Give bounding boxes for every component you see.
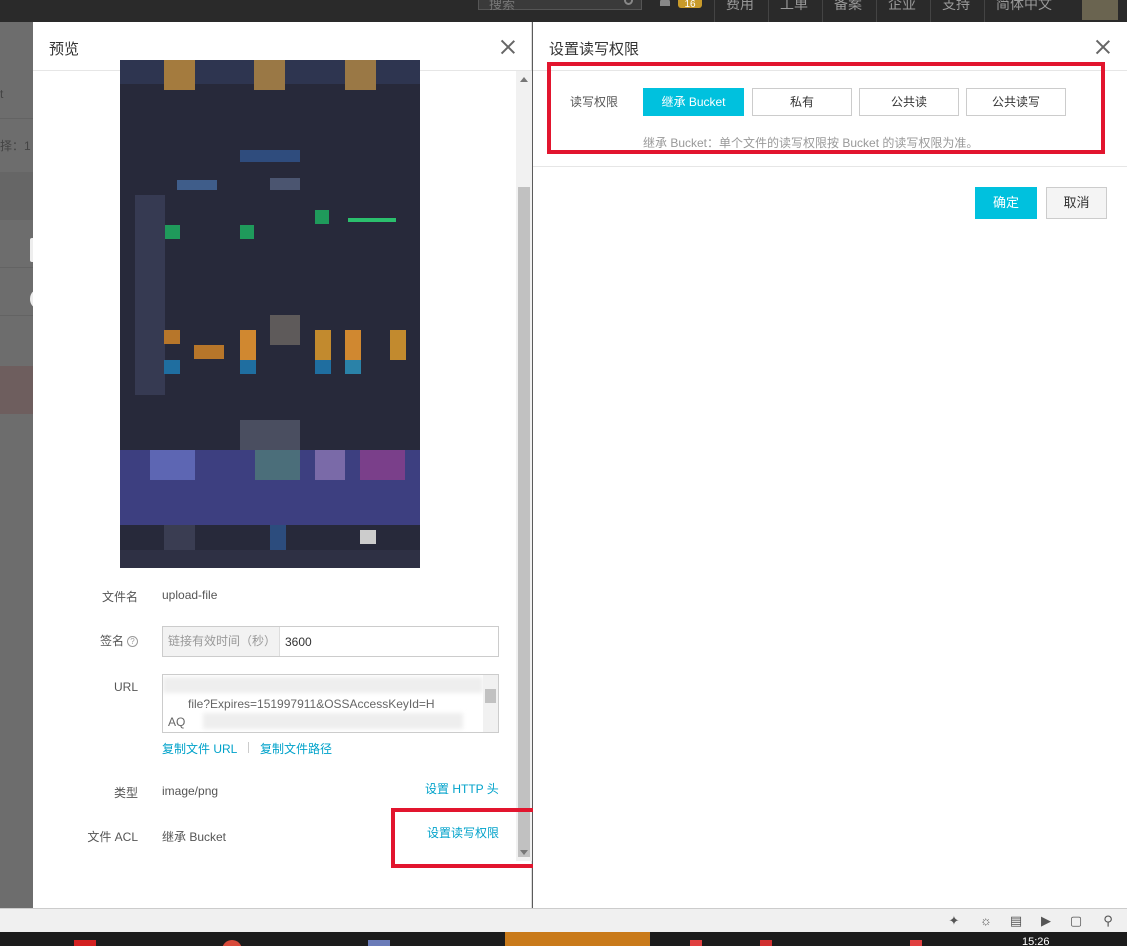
acl-close-icon[interactable]: [1095, 39, 1111, 55]
taskbar-app-icon[interactable]: [74, 940, 96, 946]
search-placeholder: 搜索: [489, 0, 516, 12]
taskbar-app-icon[interactable]: [222, 940, 242, 946]
avatar[interactable]: [1082, 0, 1118, 20]
nav-divider: [714, 0, 715, 22]
notification-badge: 16: [678, 0, 702, 10]
acl-value: 继承 Bucket: [162, 830, 227, 844]
nav-divider: [876, 0, 877, 22]
nav-divider: [930, 0, 931, 22]
url-line: file?Expires=151997911&OSSAccessKeyId=H: [188, 697, 435, 711]
signature-expiry-field: 链接有效时间（秒）: [162, 626, 499, 657]
search-icon: [624, 0, 633, 5]
acl-panel: 设置读写权限 读写权限 继承 Bucket 私有 公共读 公共读写 继承 Buc…: [533, 22, 1127, 908]
background-text: t: [0, 87, 4, 101]
copy-path-link[interactable]: 复制文件路径: [260, 740, 332, 757]
background-row: [0, 366, 33, 414]
preview-scrollbar[interactable]: [516, 71, 532, 861]
window-icon[interactable]: ▢: [1069, 914, 1083, 928]
background-row: [0, 220, 33, 268]
nav-divider: [822, 0, 823, 22]
signature-label: 签名?: [38, 632, 138, 649]
type-label: 类型: [113, 786, 138, 800]
taskbar-clock: 15:26: [1022, 936, 1050, 946]
acl-label: 文件 ACL: [87, 830, 138, 844]
background-row: [0, 172, 33, 220]
speaker-icon[interactable]: ▶: [1039, 914, 1053, 928]
url-scrollbar-thumb[interactable]: [485, 689, 496, 703]
background-row: [0, 268, 33, 316]
url-textarea[interactable]: file?Expires=151997911&OSSAccessKeyId=H …: [162, 674, 499, 733]
scroll-up-icon[interactable]: [520, 77, 528, 82]
set-http-header-link[interactable]: 设置 HTTP 头: [425, 780, 499, 797]
nav-item-icp[interactable]: 备案: [834, 0, 862, 14]
preview-title: 预览: [49, 41, 80, 58]
taskbar-app-icon[interactable]: [368, 940, 390, 946]
nav-item-support[interactable]: 支持: [942, 0, 970, 14]
url-redaction: [203, 713, 463, 729]
url-redaction: [163, 677, 483, 693]
filename-value: upload-file: [162, 588, 218, 602]
highlight-box: [391, 808, 538, 868]
link-divider: [248, 742, 249, 753]
copy-url-link[interactable]: 复制文件 URL: [162, 740, 237, 757]
search-icon[interactable]: ⚲: [1101, 914, 1115, 928]
nav-item-language[interactable]: 简体中文: [996, 0, 1052, 14]
pin-icon[interactable]: ✦: [947, 914, 961, 928]
taskbar-app-icon[interactable]: [760, 940, 772, 946]
cancel-button[interactable]: 取消: [1046, 187, 1107, 219]
expiry-addon-label: 链接有效时间（秒）: [163, 627, 280, 656]
bell-icon[interactable]: [660, 0, 670, 6]
url-label: URL: [113, 680, 138, 694]
taskbar-app-icon[interactable]: [910, 940, 922, 946]
highlight-box: [547, 62, 1105, 154]
trash-icon[interactable]: ▤: [1009, 914, 1023, 928]
expiry-seconds-input[interactable]: [280, 627, 498, 656]
scrollbar-thumb[interactable]: [518, 187, 530, 857]
top-navigation: 搜索 16 费用 工单 备案 企业 支持 简体中文: [0, 0, 1127, 22]
help-icon[interactable]: ?: [127, 636, 138, 647]
nav-item-tickets[interactable]: 工单: [780, 0, 808, 14]
confirm-button[interactable]: 确定: [975, 187, 1037, 219]
background-page: t 择：1: [0, 22, 44, 908]
preview-panel: 预览 文件名 upload-file 签名 ? 链接有效时间（秒） 3600 U…: [33, 22, 532, 908]
preview-close-icon[interactable]: [500, 39, 516, 55]
nav-divider: [984, 0, 985, 22]
browser-icon[interactable]: ☼: [979, 914, 993, 928]
url-scrollbar[interactable]: [483, 675, 498, 732]
taskbar-app-icon[interactable]: [690, 940, 702, 946]
acl-title: 设置读写权限: [549, 41, 640, 58]
filename-label: 文件名: [101, 590, 138, 604]
nav-item-enterprise[interactable]: 企业: [888, 0, 916, 14]
background-text: 择：1: [0, 139, 31, 153]
search-input[interactable]: 搜索: [478, 0, 642, 12]
nav-item-billing[interactable]: 费用: [726, 0, 754, 14]
type-value: image/png: [162, 784, 219, 798]
background-row: [0, 71, 33, 119]
os-taskbar: 15:26: [0, 932, 1127, 946]
browser-status-bar: ✦ ☼ ▤ ▶ ▢ ⚲: [0, 908, 1127, 932]
signature-label-text: 签名: [99, 634, 124, 648]
image-preview: [120, 60, 420, 568]
nav-divider: [768, 0, 769, 22]
taskbar-active-app[interactable]: [505, 932, 650, 946]
